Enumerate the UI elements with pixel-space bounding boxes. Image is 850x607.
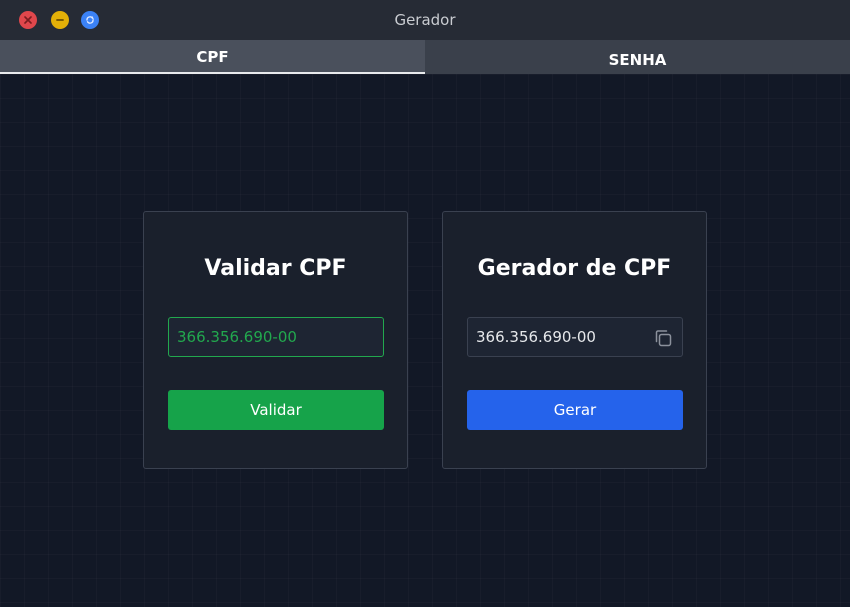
- window-title: Gerador: [394, 11, 456, 29]
- main-content: Validar CPF Validar Gerador de CPF Gerar: [0, 74, 850, 607]
- cpf-generated-output[interactable]: [468, 318, 682, 356]
- tab-bar: CPF SENHA: [0, 40, 850, 74]
- generate-cpf-card: Gerador de CPF Gerar: [442, 211, 707, 469]
- validate-button[interactable]: Validar: [168, 390, 384, 430]
- title-bar: Gerador: [0, 0, 850, 40]
- validate-cpf-card: Validar CPF Validar: [143, 211, 408, 469]
- generate-cpf-title: Gerador de CPF: [477, 256, 672, 281]
- cpf-validate-field: [168, 317, 384, 357]
- cpf-validate-input[interactable]: [169, 318, 383, 356]
- cpf-generated-field: [467, 317, 683, 357]
- tab-cpf[interactable]: CPF: [0, 40, 425, 74]
- tab-senha[interactable]: SENHA: [425, 40, 850, 74]
- app-window: Gerador CPF SENHA Validar CPF Validar Ge…: [0, 0, 850, 607]
- copy-icon[interactable]: [653, 328, 673, 348]
- validate-cpf-title: Validar CPF: [204, 256, 347, 281]
- generate-button[interactable]: Gerar: [467, 390, 683, 430]
